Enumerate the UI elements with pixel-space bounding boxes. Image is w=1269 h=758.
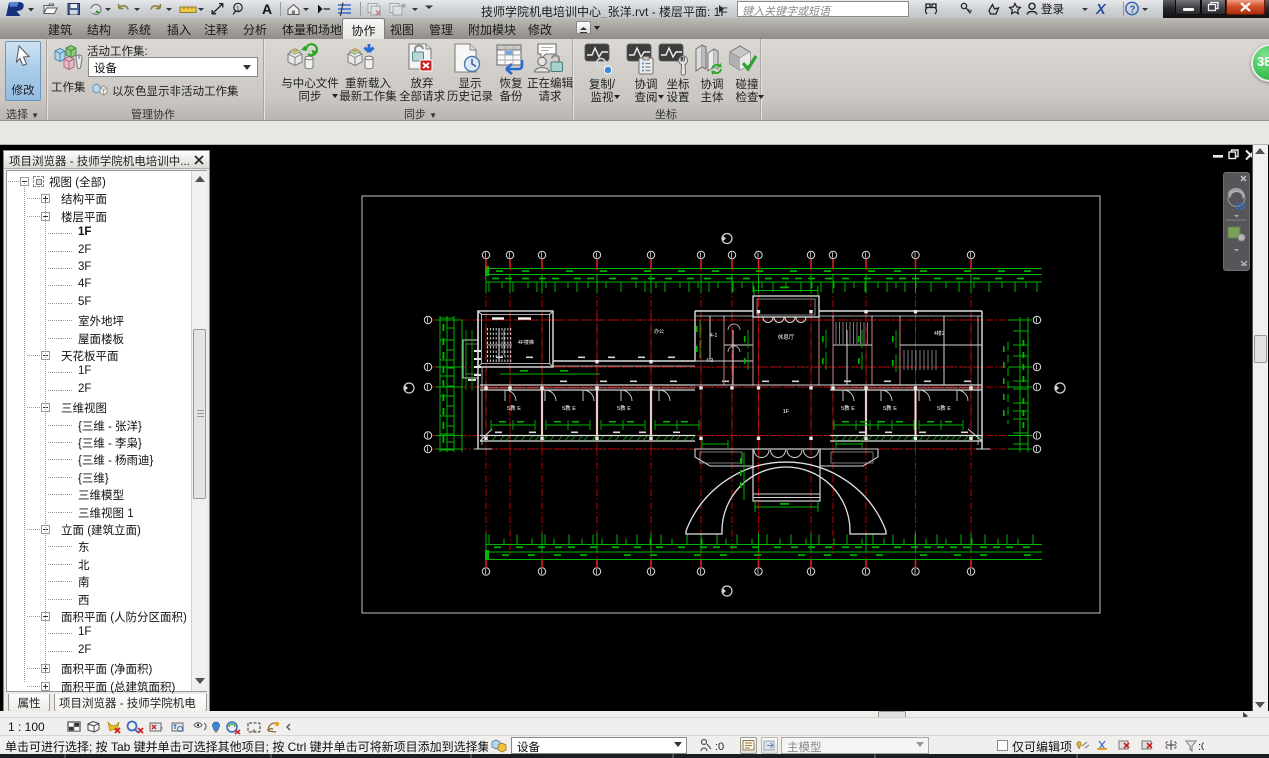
svg-text:1F: 1F <box>783 409 790 415</box>
svg-text:5教 E: 5教 E <box>841 404 855 412</box>
svg-text:2D: 2D <box>1235 202 1245 211</box>
svg-text:4楼2: 4楼2 <box>934 330 945 337</box>
svg-text::0: :0 <box>1198 741 1204 753</box>
svg-text:办公: 办公 <box>654 328 664 335</box>
svg-text:5教 E: 5教 E <box>617 404 631 412</box>
svg-text:5教 E: 5教 E <box>883 404 897 412</box>
svg-text:4-1: 4-1 <box>710 333 717 339</box>
svg-text:5教 E: 5教 E <box>562 404 576 412</box>
svg-text:5教 E: 5教 E <box>507 404 521 412</box>
svg-text:4F楼梯: 4F楼梯 <box>518 339 534 346</box>
svg-text:休息厅: 休息厅 <box>778 333 795 341</box>
svg-text::0: :0 <box>715 741 724 753</box>
svg-text:5教 E: 5教 E <box>937 404 951 412</box>
